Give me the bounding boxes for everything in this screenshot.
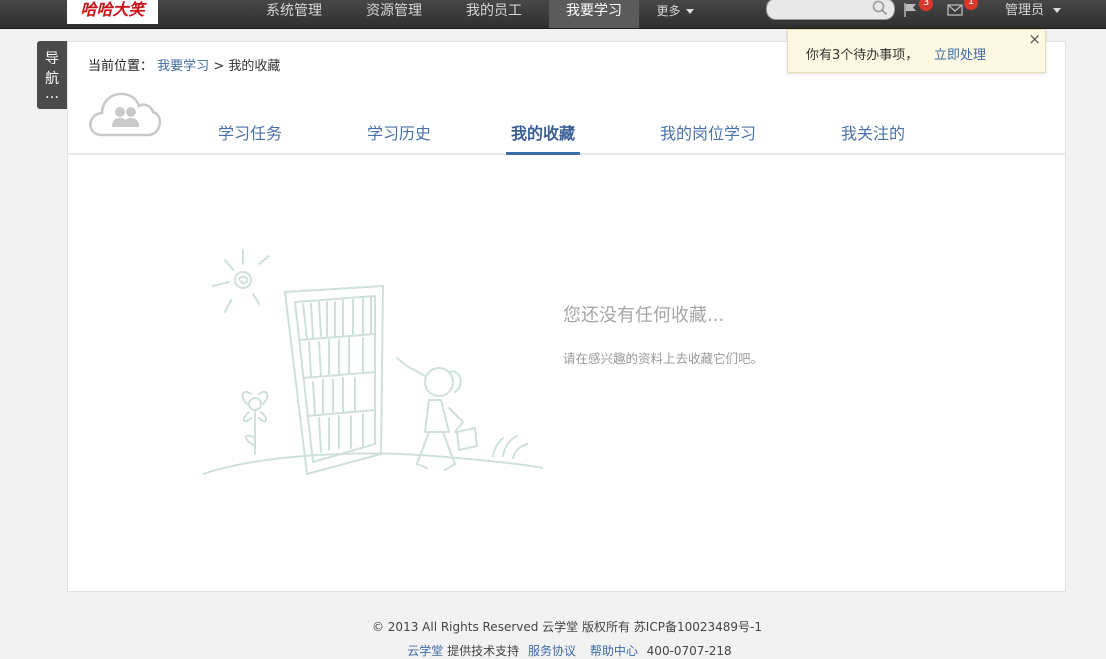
footer-phone: 400-0707-218 (646, 644, 732, 658)
todo-notification: 你有3个待办事项， 立即处理 × (787, 29, 1046, 73)
flag-icon[interactable]: 3 (903, 0, 933, 22)
main-content-panel: 当前位置： 我要学习 > 我的收藏 学习任务 学习历史 我的收藏 我的岗位学习 … (67, 41, 1066, 592)
tab-learning-tasks[interactable]: 学习任务 (218, 120, 282, 144)
footer-help-center-link[interactable]: 帮助中心 (590, 644, 638, 658)
nav-more-label: 更多 (656, 4, 681, 18)
search-input[interactable] (777, 0, 877, 19)
breadcrumb-label: 当前位置： (88, 59, 154, 74)
nav-resource-management[interactable]: 资源管理 (349, 0, 439, 28)
chevron-down-icon (1053, 8, 1062, 13)
cloud-users-icon (89, 92, 162, 137)
empty-state-subtitle: 请在感兴趣的资料上去收藏它们吧。 (563, 351, 764, 366)
user-menu[interactable]: 管理员 (1005, 0, 1062, 22)
company-logo[interactable]: 哈哈大笑 (67, 0, 158, 24)
breadcrumb: 当前位置： 我要学习 > 我的收藏 (88, 55, 280, 74)
side-navigation-toggle[interactable]: 导 航 … (37, 41, 67, 109)
active-tab-indicator (506, 152, 580, 155)
tab-my-favorites[interactable]: 我的收藏 (511, 120, 575, 144)
user-name: 管理员 (1005, 3, 1045, 18)
notification-text: 你有3个待办事项， (806, 48, 919, 63)
breadcrumb-separator: > (213, 59, 225, 74)
search-box (766, 0, 895, 20)
tab-my-position-learning[interactable]: 我的岗位学习 (660, 120, 756, 144)
breadcrumb-current: 我的收藏 (228, 59, 281, 74)
search-icon[interactable] (872, 0, 888, 16)
mail-icon[interactable]: 1 (947, 0, 978, 20)
flag-count-badge: 3 (919, 0, 933, 11)
nav-system-management[interactable]: 系统管理 (248, 0, 340, 28)
nav-i-want-to-learn[interactable]: 我要学习 (549, 0, 639, 28)
footer-provider-suffix: 提供技术支持 (447, 644, 520, 658)
side-nav-label-3: … (45, 86, 59, 102)
top-navigation-bar: 哈哈大笑 系统管理 资源管理 我的员工 我要学习 更多 3 1 管理员 (0, 0, 1106, 29)
footer-links: 云学堂 提供技术支持 服务协议 帮助中心 400-0707-218 (0, 642, 1106, 659)
footer-service-agreement-link[interactable]: 服务协议 (528, 644, 576, 658)
process-now-link[interactable]: 立即处理 (934, 44, 986, 63)
close-icon[interactable]: × (1028, 30, 1041, 48)
side-nav-label-1: 导 (45, 51, 59, 67)
bookshelf-girl-illustration (203, 249, 543, 475)
empty-state-title: 您还没有任何收藏... (563, 305, 725, 326)
tab-learning-history[interactable]: 学习历史 (367, 120, 431, 144)
mail-count-badge: 1 (964, 0, 978, 10)
tab-my-follows[interactable]: 我关注的 (841, 120, 905, 144)
footer-copyright: © 2013 All Rights Reserved 云学堂 版权所有 苏ICP… (371, 620, 763, 634)
footer-provider-link[interactable]: 云学堂 (407, 644, 443, 658)
nav-more-dropdown[interactable]: 更多 (650, 0, 700, 28)
chevron-down-icon (685, 9, 694, 14)
nav-my-employees[interactable]: 我的员工 (449, 0, 539, 28)
breadcrumb-parent-link[interactable]: 我要学习 (157, 59, 209, 74)
